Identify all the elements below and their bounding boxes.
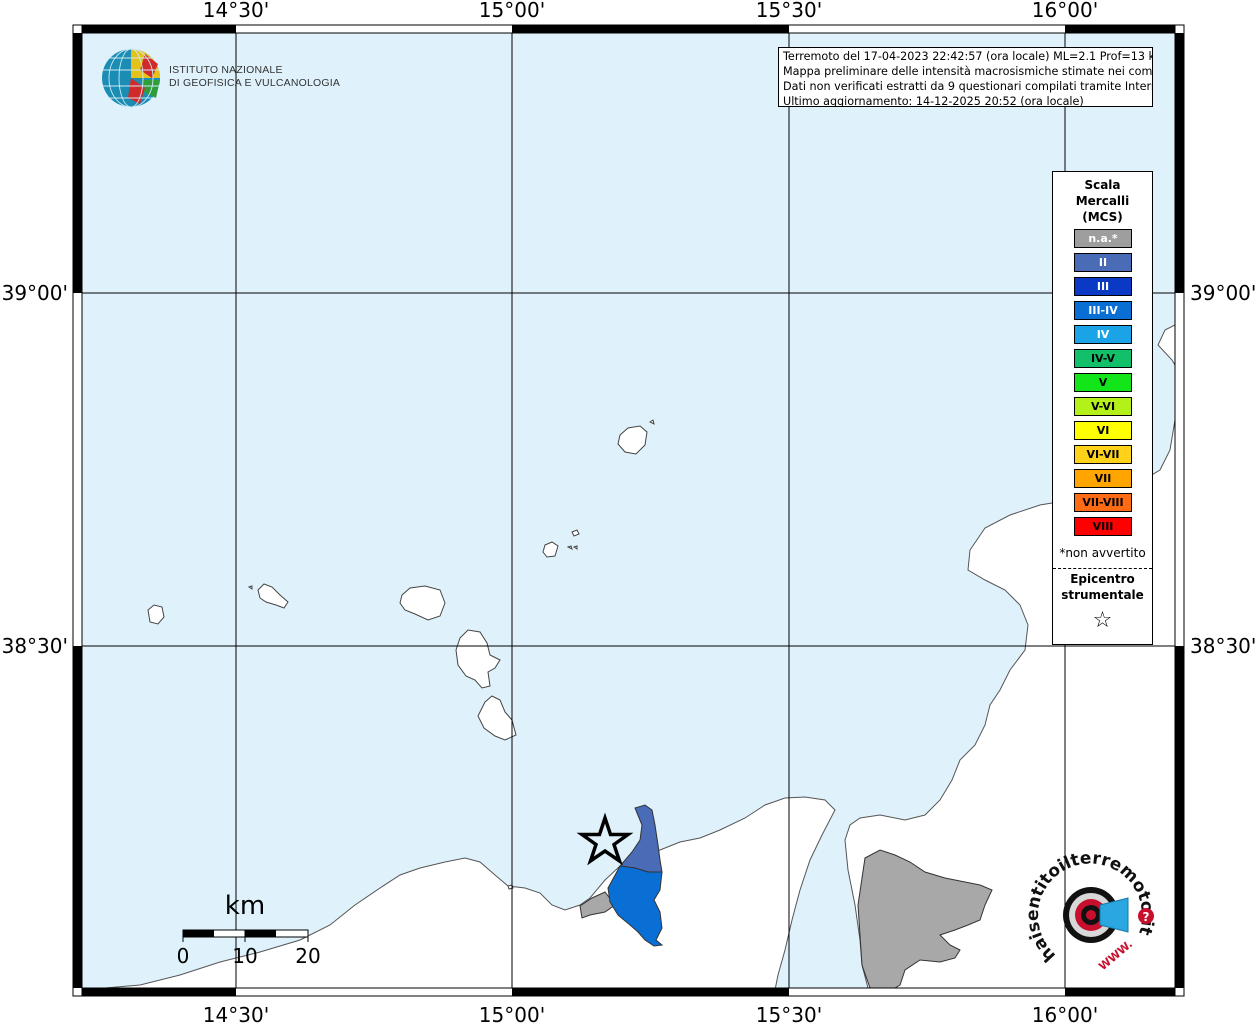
legend-separator [1053,568,1152,569]
logo-line1: ISTITUTO NAZIONALE [169,64,283,76]
legend-title-line: Scala [1084,178,1121,192]
legend-swatch: VIII [1074,517,1132,536]
info-line: Ultimo aggiornamento: 14-12-2025 20:52 (… [783,95,1084,107]
legend-swatch: V [1074,373,1132,392]
lon-label-top: 15°30' [756,0,822,22]
scale-tick: 0 [177,944,190,968]
legend-title-line: (MCS) [1082,210,1123,224]
ingv-logo-text: ISTITUTO NAZIONALE DI GEOFISICA E VULCAN… [169,64,340,90]
ingv-globe-logo [102,48,160,108]
lon-label-top: 16°00' [1032,0,1098,22]
event-info-box: Terremoto del 17-04-2023 22:42:57 (ora l… [778,47,1153,107]
lat-label-left: 39°00' [2,281,68,305]
lat-label-left: 38°30' [2,634,68,658]
legend-star-icon: ☆ [1092,608,1113,633]
scale-tick: 10 [232,944,257,968]
info-line: Dati non verificati estratti da 9 questi… [783,80,1153,93]
legend-swatch: VI-VII [1074,445,1132,464]
legend-title: Scala Mercalli (MCS) [1053,177,1152,225]
legend-epicenter-line: Epicentro [1070,572,1135,586]
legend-epicenter-line: strumentale [1061,588,1144,602]
legend-swatch: III-IV [1074,301,1132,320]
badge-question-icon: ? [1143,910,1150,924]
lon-label-bottom: 16°00' [1032,1003,1098,1024]
legend-swatch: IV-V [1074,349,1132,368]
legend-swatch: V-VI [1074,397,1132,416]
legend-swatch: n.a.* [1074,229,1132,248]
legend-swatch: II [1074,253,1132,272]
legend-title-line: Mercalli [1075,194,1130,208]
scale-tick: 20 [295,944,320,968]
logo-line2: DI GEOFISICA E VULCANOLOGIA [169,77,341,89]
info-line: Mappa preliminare delle intensità macros… [783,65,1153,78]
lon-label-bottom: 15°30' [756,1003,822,1024]
legend-swatch: III [1074,277,1132,296]
lat-label-right: 38°30' [1190,634,1255,658]
lon-label-bottom: 15°00' [479,1003,545,1024]
mcs-legend: Scala Mercalli (MCS) n.a.* II III III-IV IV I… [1052,171,1153,645]
legend-epicenter-title: Epicentro strumentale [1053,571,1152,603]
legend-swatch: VI [1074,421,1132,440]
legend-note: *non avvertito [1059,546,1146,560]
lon-label-top: 15°00' [479,0,545,22]
lat-label-right: 39°00' [1190,281,1255,305]
lon-label-bottom: 14°30' [203,1003,269,1024]
info-line: Terremoto del 17-04-2023 22:42:57 (ora l… [783,50,1153,63]
legend-swatch: VII [1074,469,1132,488]
lon-label-top: 14°30' [203,0,269,22]
legend-swatch: VII-VIII [1074,493,1132,512]
legend-swatch: IV [1074,325,1132,344]
scale-unit: km [225,891,265,921]
